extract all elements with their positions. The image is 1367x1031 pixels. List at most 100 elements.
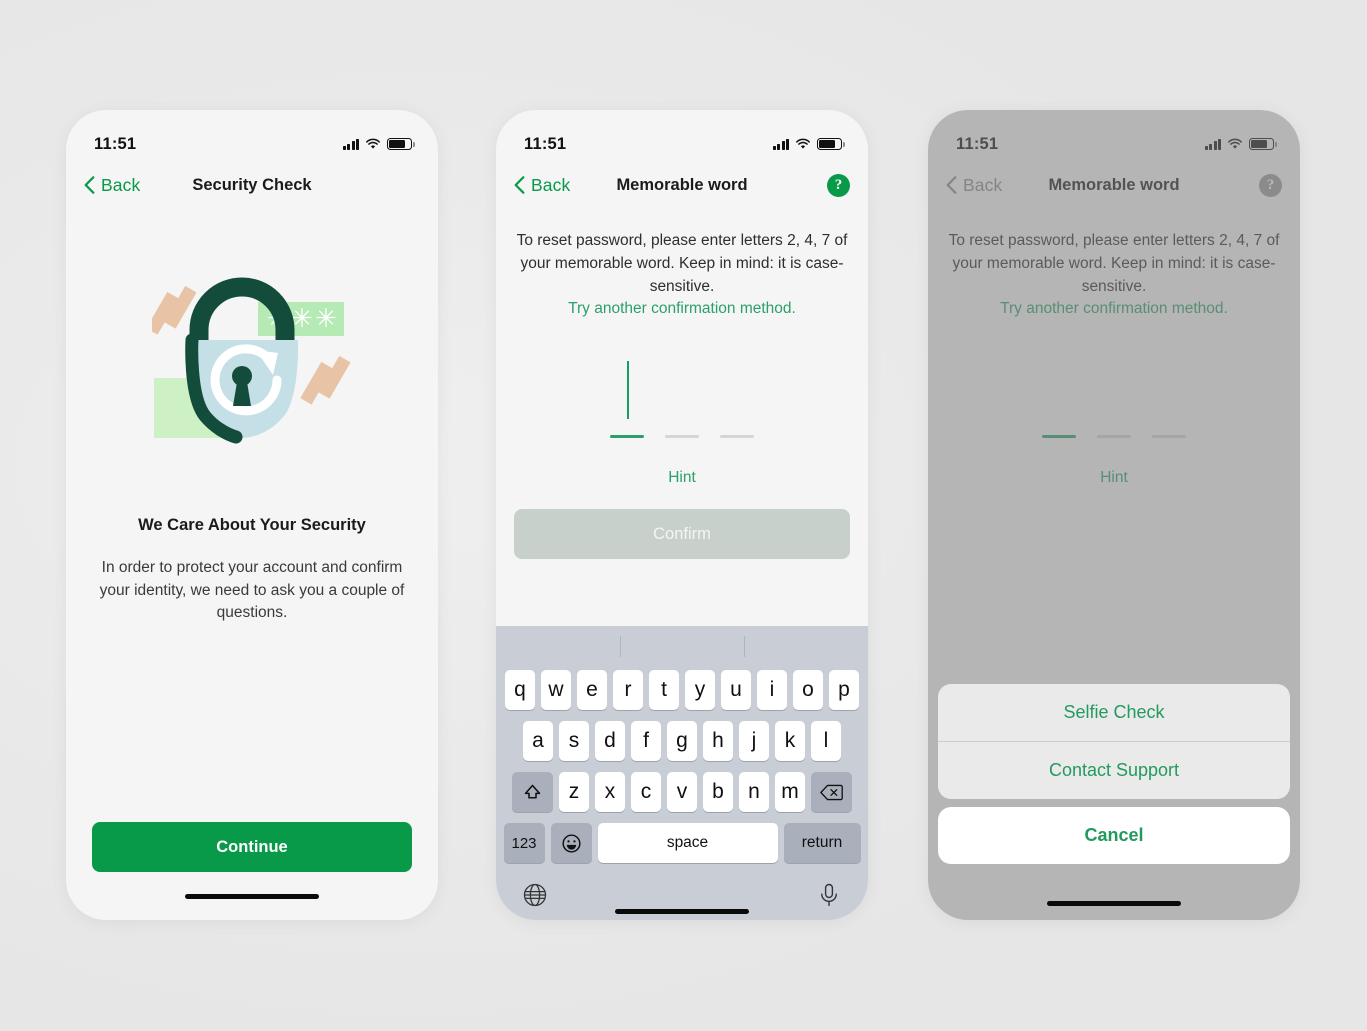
action-sheet: Selfie Check Contact Support Cancel xyxy=(938,684,1290,864)
on-screen-keyboard: q w e r t y u i o p a s d f g h j k l z … xyxy=(496,626,868,920)
key-p[interactable]: p xyxy=(829,670,859,710)
status-icons xyxy=(1204,138,1277,150)
predictive-text-bar[interactable] xyxy=(496,626,868,670)
code-slot xyxy=(1152,435,1186,439)
battery-icon xyxy=(817,138,845,150)
key-k[interactable]: k xyxy=(775,721,805,761)
memorable-word-input[interactable] xyxy=(496,351,868,469)
chevron-left-icon xyxy=(514,176,525,194)
alternate-method-link[interactable]: Try another confirmation method. xyxy=(514,298,850,321)
security-body-text: In order to protect your account and con… xyxy=(99,559,405,622)
key-w[interactable]: w xyxy=(541,670,571,710)
battery-icon xyxy=(1249,138,1277,150)
code-slot[interactable] xyxy=(610,435,644,439)
chevron-left-icon xyxy=(946,176,957,194)
status-icons xyxy=(342,138,415,150)
key-b[interactable]: b xyxy=(703,772,733,812)
key-m[interactable]: m xyxy=(775,772,805,812)
status-time: 11:51 xyxy=(94,134,137,153)
globe-icon[interactable] xyxy=(522,882,548,908)
back-label: Back xyxy=(963,174,1003,195)
key-r[interactable]: r xyxy=(613,670,643,710)
code-slot[interactable] xyxy=(720,435,754,439)
key-g[interactable]: g xyxy=(667,721,697,761)
home-indicator-area xyxy=(92,872,412,920)
home-indicator[interactable] xyxy=(615,909,749,914)
keyboard-row-4: 123 space return xyxy=(496,823,868,863)
action-selfie-check[interactable]: Selfie Check xyxy=(938,684,1290,741)
help-icon: ? xyxy=(1259,173,1282,197)
confirm-button[interactable]: Confirm xyxy=(514,509,850,560)
numeric-key[interactable]: 123 xyxy=(503,823,545,863)
key-x[interactable]: x xyxy=(595,772,625,812)
key-i[interactable]: i xyxy=(757,670,787,710)
key-v[interactable]: v xyxy=(667,772,697,812)
key-a[interactable]: a xyxy=(523,721,553,761)
help-icon[interactable]: ? xyxy=(827,173,850,197)
instruction-body: To reset password, please enter letters … xyxy=(516,232,848,295)
cellular-signal-icon xyxy=(1204,138,1221,150)
shift-icon[interactable] xyxy=(512,772,553,812)
backspace-icon[interactable] xyxy=(811,772,852,812)
key-d[interactable]: d xyxy=(595,721,625,761)
key-c[interactable]: c xyxy=(631,772,661,812)
key-e[interactable]: e xyxy=(577,670,607,710)
home-indicator[interactable] xyxy=(185,893,319,899)
back-label: Back xyxy=(101,174,141,195)
wifi-icon xyxy=(1227,138,1243,150)
memorable-word-input xyxy=(928,351,1300,469)
back-button[interactable]: Back xyxy=(514,175,570,196)
security-illustration: ✳ ✳ ✳ xyxy=(92,208,412,508)
status-time: 11:51 xyxy=(956,134,999,153)
cellular-signal-icon xyxy=(772,138,789,150)
key-h[interactable]: h xyxy=(703,721,733,761)
return-key[interactable]: return xyxy=(783,823,861,863)
back-button: Back xyxy=(946,175,1002,196)
space-key[interactable]: space xyxy=(597,823,778,863)
key-o[interactable]: o xyxy=(793,670,823,710)
code-slot[interactable] xyxy=(665,435,699,439)
action-sheet-options: Selfie Check Contact Support xyxy=(938,684,1290,799)
code-slots xyxy=(496,435,868,439)
key-n[interactable]: n xyxy=(739,772,769,812)
battery-icon xyxy=(387,138,415,150)
microphone-icon[interactable] xyxy=(816,882,842,908)
navigation-bar: Back Memorable word ? xyxy=(928,162,1300,208)
key-u[interactable]: u xyxy=(721,670,751,710)
code-slot xyxy=(1042,435,1076,439)
hint-link[interactable]: Hint xyxy=(496,469,868,487)
action-contact-support[interactable]: Contact Support xyxy=(938,742,1290,799)
phone-memorable-word-action-sheet: 11:51 Back Memorable word ? To reset pas… xyxy=(928,110,1300,920)
home-indicator[interactable] xyxy=(1047,901,1181,906)
svg-text:✳: ✳ xyxy=(315,303,337,333)
back-button[interactable]: Back xyxy=(84,175,140,196)
key-z[interactable]: z xyxy=(559,772,589,812)
key-q[interactable]: q xyxy=(505,670,535,710)
key-y[interactable]: y xyxy=(685,670,715,710)
instruction-text: To reset password, please enter letters … xyxy=(946,230,1282,321)
emoji-icon[interactable] xyxy=(550,823,592,863)
key-t[interactable]: t xyxy=(649,670,679,710)
home-indicator-area xyxy=(496,909,868,914)
wifi-icon xyxy=(795,138,811,150)
key-j[interactable]: j xyxy=(739,721,769,761)
home-indicator-area xyxy=(928,901,1300,906)
navigation-bar: Back Memorable word ? xyxy=(496,162,868,208)
status-icons xyxy=(772,138,845,150)
keyboard-row-3: z x c v b n m xyxy=(496,772,868,812)
predictive-divider xyxy=(744,636,745,657)
key-s[interactable]: s xyxy=(559,721,589,761)
action-cancel[interactable]: Cancel xyxy=(938,807,1290,864)
instruction-text: To reset password, please enter letters … xyxy=(514,230,850,321)
continue-button[interactable]: Continue xyxy=(92,822,412,872)
code-slot xyxy=(1097,435,1131,439)
code-slots xyxy=(928,435,1300,439)
security-heading: We Care About Your Security xyxy=(138,516,366,534)
back-label: Back xyxy=(531,174,571,195)
cellular-signal-icon xyxy=(342,138,359,150)
alternate-method-link: Try another confirmation method. xyxy=(1000,300,1228,318)
key-l[interactable]: l xyxy=(811,721,841,761)
key-f[interactable]: f xyxy=(631,721,661,761)
status-time: 11:51 xyxy=(524,134,567,153)
